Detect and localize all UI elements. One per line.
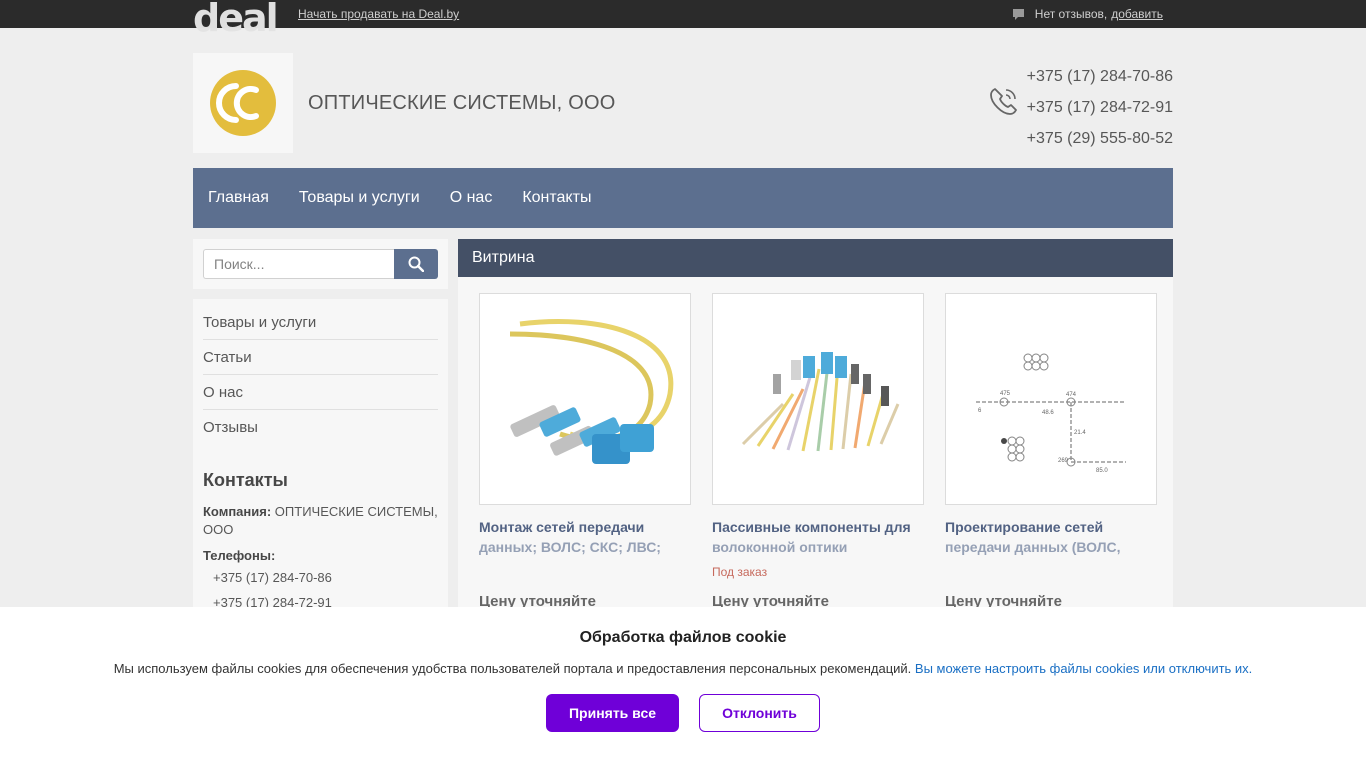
oc-logo-icon bbox=[210, 70, 276, 136]
reviews-info: Нет отзывов, добавить bbox=[1012, 7, 1163, 21]
product-card[interactable]: Монтаж сетей передачи данных; ВОЛС; СКС;… bbox=[479, 293, 691, 610]
main-nav: Главная Товары и услуги О нас Контакты bbox=[193, 168, 1173, 228]
nav-item-products[interactable]: Товары и услуги bbox=[299, 189, 420, 207]
drawing-label: 21.4 bbox=[1074, 430, 1086, 436]
drawing-label: 474 bbox=[1066, 392, 1077, 398]
product-title[interactable]: Монтаж сетей передачи данных; ВОЛС; СКС;… bbox=[479, 517, 691, 557]
contact-phones-label: Телефоны: bbox=[203, 547, 438, 565]
sidebar-item-about[interactable]: О нас bbox=[203, 375, 438, 410]
sidebar-phone-1[interactable]: +375 (17) 284-70-86 bbox=[203, 565, 438, 590]
cookie-text: Мы используем файлы cookies для обеспече… bbox=[0, 661, 1366, 676]
header-phone-3[interactable]: +375 (29) 555-80-52 bbox=[1027, 123, 1173, 154]
contact-company: Компания: ОПТИЧЕСКИЕ СИСТЕМЫ, ООО bbox=[203, 503, 438, 539]
drawing-label: 48.6 bbox=[1042, 410, 1054, 416]
accept-all-button[interactable]: Принять все bbox=[546, 694, 679, 732]
nav-item-about[interactable]: О нас bbox=[450, 189, 493, 207]
deal-logo[interactable]: deal bbox=[193, 0, 277, 36]
company-header: ОПТИЧЕСКИЕ СИСТЕМЫ, ООО +375 (17) 284-70… bbox=[193, 53, 1173, 153]
search-button[interactable] bbox=[394, 249, 438, 279]
product-availability bbox=[945, 565, 1157, 579]
cookie-banner: Обработка файлов cookie Мы используем фа… bbox=[0, 607, 1366, 768]
cookie-description: Мы используем файлы cookies для обеспече… bbox=[113, 661, 912, 676]
product-card[interactable]: 475 474 6 48.6 21.4 269 85.0 Проектирова… bbox=[945, 293, 1157, 610]
add-review-link[interactable]: добавить bbox=[1111, 7, 1163, 21]
comment-icon bbox=[1012, 8, 1025, 21]
product-grid: Монтаж сетей передачи данных; ВОЛС; СКС;… bbox=[458, 277, 1173, 626]
drawing-label: 6 bbox=[978, 408, 982, 414]
header-phone-2[interactable]: +375 (17) 284-72-91 bbox=[1027, 92, 1173, 123]
product-title[interactable]: Проектирование сетей передачи данных (ВО… bbox=[945, 517, 1157, 557]
nav-item-contacts[interactable]: Контакты bbox=[522, 189, 591, 207]
main-content: Витрина Монтаж сетей передачи данных; ВО… bbox=[458, 239, 1173, 639]
product-card[interactable]: Пассивные компоненты для волоконной опти… bbox=[712, 293, 924, 610]
no-reviews-text: Нет отзывов, bbox=[1034, 7, 1108, 21]
product-title[interactable]: Пассивные компоненты для волоконной опти… bbox=[712, 517, 924, 557]
nav-item-home[interactable]: Главная bbox=[208, 189, 269, 207]
contacts-title: Контакты bbox=[203, 470, 288, 490]
start-selling-link[interactable]: Начать продавать на Deal.by bbox=[298, 7, 459, 21]
drawing-label: 85.0 bbox=[1096, 468, 1108, 474]
sidebar-item-articles[interactable]: Статьи bbox=[203, 340, 438, 375]
sidebar-menu: Товары и услуги Статьи О нас Отзывы bbox=[203, 305, 438, 444]
cookie-settings-link[interactable]: Вы можете настроить файлы cookies или от… bbox=[915, 661, 1252, 676]
product-availability: Под заказ bbox=[712, 565, 768, 579]
cookie-title: Обработка файлов cookie bbox=[579, 629, 787, 646]
cookie-buttons: Принять все Отклонить bbox=[0, 694, 1366, 732]
sidebar-item-products[interactable]: Товары и услуги bbox=[203, 305, 438, 340]
drawing-label: 475 bbox=[1000, 391, 1011, 397]
search-input[interactable] bbox=[203, 249, 394, 279]
company-label: Компания: bbox=[203, 504, 272, 519]
sidebar: Товары и услуги Статьи О нас Отзывы Конт… bbox=[193, 299, 448, 639]
product-image-network-design[interactable]: 475 474 6 48.6 21.4 269 85.0 bbox=[945, 293, 1157, 505]
company-logo[interactable] bbox=[193, 53, 293, 153]
header-phones: +375 (17) 284-70-86 +375 (17) 284-72-91 … bbox=[1027, 61, 1173, 154]
product-availability bbox=[479, 565, 691, 579]
sidebar-item-reviews[interactable]: Отзывы bbox=[203, 410, 438, 444]
phone-icon bbox=[987, 86, 1019, 123]
top-bar: deal Начать продавать на Deal.by Нет отз… bbox=[0, 0, 1366, 36]
showcase-heading: Витрина bbox=[458, 239, 1173, 277]
decline-button[interactable]: Отклонить bbox=[699, 694, 820, 732]
search-icon bbox=[408, 256, 424, 272]
product-image-fiber-patch-cords[interactable] bbox=[479, 293, 691, 505]
phones-label: Телефоны: bbox=[203, 548, 276, 563]
product-image-fiber-connectors[interactable] bbox=[712, 293, 924, 505]
company-name: ОПТИЧЕСКИЕ СИСТЕМЫ, ООО bbox=[308, 92, 616, 114]
header-phone-1[interactable]: +375 (17) 284-70-86 bbox=[1027, 61, 1173, 92]
search-box bbox=[193, 239, 448, 289]
